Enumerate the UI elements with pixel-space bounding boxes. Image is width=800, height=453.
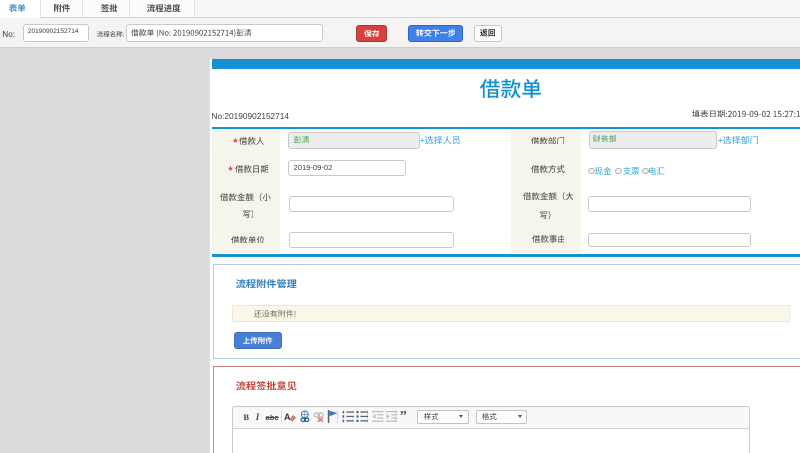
- svg-text:A: A: [284, 412, 291, 422]
